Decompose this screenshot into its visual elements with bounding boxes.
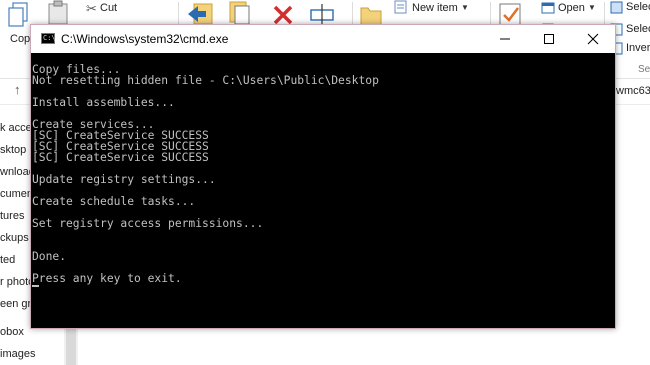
- delete-icon[interactable]: [272, 4, 294, 26]
- chevron-down-icon[interactable]: ▼: [461, 3, 469, 12]
- console-line: Install assemblies...: [32, 96, 175, 109]
- text-cursor: [32, 285, 39, 287]
- cut-button-label[interactable]: Cut: [100, 2, 117, 14]
- close-icon: [587, 33, 599, 45]
- nav-item-backups[interactable]: ckups: [0, 232, 29, 244]
- nav-item-documents[interactable]: cumen: [0, 188, 33, 200]
- nav-item-ted[interactable]: ted: [0, 254, 15, 266]
- select-all-label[interactable]: Select: [626, 1, 650, 13]
- close-button[interactable]: [571, 25, 615, 53]
- maximize-button[interactable]: [527, 25, 571, 53]
- cmd-app-icon[interactable]: C:\: [41, 33, 56, 44]
- minimize-button[interactable]: [483, 25, 527, 53]
- move-to-icon[interactable]: [186, 0, 216, 26]
- paste-icon[interactable]: [46, 0, 72, 26]
- new-item-icon[interactable]: [394, 0, 408, 14]
- ribbon-group-label: Se: [638, 64, 650, 75]
- console-line: Update registry settings...: [32, 173, 216, 186]
- nav-item-desktop[interactable]: sktop: [0, 144, 26, 156]
- nav-item-pictures[interactable]: tures: [0, 210, 24, 222]
- select-all-icon[interactable]: [610, 1, 623, 14]
- cmd-titlebar[interactable]: C:\ C:\Windows\system32\cmd.exe: [31, 25, 615, 53]
- console-line: Not resetting hidden file - C:\Users\Pub…: [32, 74, 379, 87]
- nav-item-green[interactable]: een gr: [0, 298, 31, 310]
- breadcrumb-tail[interactable]: wmc63-: [616, 85, 650, 97]
- minimize-icon: [500, 38, 510, 40]
- select-none-label[interactable]: Select: [626, 23, 650, 35]
- open-icon[interactable]: [541, 1, 555, 15]
- copy-to-icon[interactable]: [226, 0, 252, 26]
- cmd-app-icon-text: C:\: [43, 34, 56, 42]
- maximize-icon: [544, 34, 554, 44]
- rename-icon[interactable]: [308, 2, 336, 26]
- up-arrow-icon[interactable]: ↑: [14, 82, 21, 97]
- console-line: Set registry access permissions...: [32, 217, 264, 230]
- open-button-label[interactable]: Open: [558, 2, 585, 14]
- window-title: C:\Windows\system32\cmd.exe: [61, 32, 229, 46]
- console-line: [SC] CreateService SUCCESS: [32, 151, 209, 164]
- nav-item-images[interactable]: images: [0, 348, 35, 360]
- console-line: Done.: [32, 250, 67, 263]
- nav-item-quick-access[interactable]: k acce: [0, 122, 32, 134]
- copy-icon[interactable]: [8, 2, 30, 28]
- cmd-window: C:\ C:\Windows\system32\cmd.exe Copy fil…: [30, 24, 616, 329]
- invert-selection-label[interactable]: Invert: [626, 42, 650, 54]
- console-line: Create schedule tasks...: [32, 195, 196, 208]
- new-folder-icon[interactable]: [360, 2, 382, 26]
- nav-item-dropbox[interactable]: obox: [0, 326, 24, 338]
- console-output[interactable]: Copy files... Not resetting hidden file …: [31, 53, 615, 328]
- console-line: Press any key to exit.: [32, 272, 182, 285]
- new-item-button-label[interactable]: New item: [412, 2, 458, 14]
- chevron-down-icon[interactable]: ▼: [588, 3, 596, 12]
- scissors-icon[interactable]: ✂: [86, 1, 97, 17]
